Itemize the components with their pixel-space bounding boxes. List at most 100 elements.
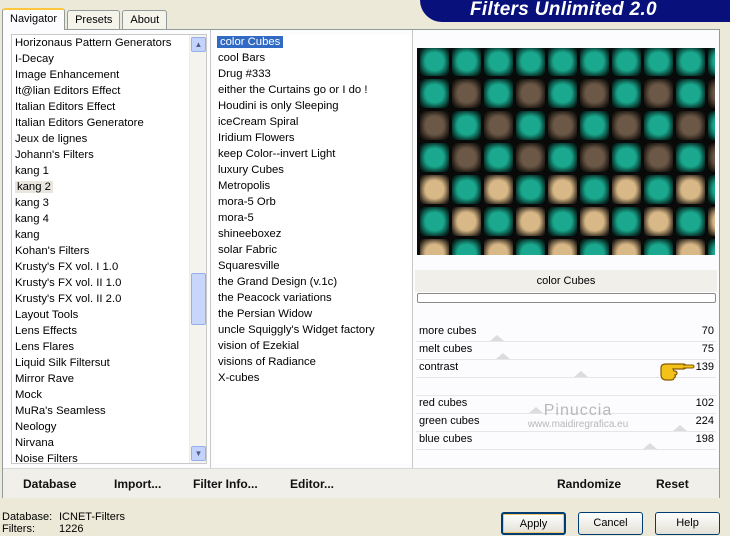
filter-item[interactable]: Houdini is only Sleeping (215, 98, 411, 114)
category-scrollbar[interactable]: ▲ ▼ (189, 35, 206, 463)
preview-cube (580, 79, 609, 108)
database-link[interactable]: Database (23, 477, 76, 491)
preview-cube (676, 79, 705, 108)
category-item[interactable]: kang 1 (12, 163, 206, 179)
category-item[interactable]: Italian Editors Effect (12, 99, 206, 115)
category-item[interactable]: Image Enhancement (12, 67, 206, 83)
filter-item[interactable]: X-cubes (215, 370, 411, 386)
tab-about[interactable]: About (122, 10, 168, 30)
preview-image[interactable] (417, 48, 715, 255)
filter-item-label: color Cubes (217, 36, 284, 48)
cancel-button[interactable]: Cancel (578, 512, 643, 535)
preview-cube (644, 79, 673, 108)
category-item[interactable]: I-Decay (12, 51, 206, 67)
preview-cube (484, 48, 513, 76)
filter-item[interactable]: luxury Cubes (215, 162, 411, 178)
category-item[interactable]: Lens Flares (12, 339, 206, 355)
category-item[interactable]: kang 4 (12, 211, 206, 227)
preview-cube (580, 207, 609, 236)
slider-thumb[interactable] (496, 353, 510, 359)
category-item[interactable]: Mirror Rave (12, 371, 206, 387)
filter-item[interactable]: the Grand Design (v.1c) (215, 274, 411, 290)
filter-item[interactable]: the Peacock variations (215, 290, 411, 306)
filter-info-link[interactable]: Filter Info... (193, 477, 258, 491)
filter-item[interactable]: solar Fabric (215, 242, 411, 258)
scroll-thumb[interactable] (191, 273, 206, 325)
app-title-banner: Filters Unlimited 2.0 (420, 0, 730, 22)
param-slider[interactable]: more cubes 70 (416, 324, 716, 342)
filter-item[interactable]: iceCream Spiral (215, 114, 411, 130)
filter-item[interactable]: vision of Ezekial (215, 338, 411, 354)
slider-thumb[interactable] (643, 443, 657, 449)
filter-item[interactable]: cool Bars (215, 50, 411, 66)
preview-cube (420, 143, 449, 172)
filter-item[interactable]: Metropolis (215, 178, 411, 194)
filter-item[interactable]: mora-5 Orb (215, 194, 411, 210)
randomize-link[interactable]: Randomize (557, 477, 621, 491)
category-item[interactable]: Neology (12, 419, 206, 435)
import-link[interactable]: Import... (114, 477, 161, 491)
scroll-up-button[interactable]: ▲ (191, 37, 206, 52)
category-item[interactable]: Horizonaus Pattern Generators (12, 35, 206, 51)
category-item[interactable]: Nirvana (12, 435, 206, 451)
category-item[interactable]: Krusty's FX vol. I 1.0 (12, 259, 206, 275)
filter-item[interactable]: the Persian Widow (215, 306, 411, 322)
preview-cube (612, 111, 641, 140)
category-item[interactable]: Krusty's FX vol. II 2.0 (12, 291, 206, 307)
filter-item[interactable]: Drug #333 (215, 66, 411, 82)
apply-button[interactable]: Apply (501, 512, 566, 535)
preview-cube (420, 175, 449, 204)
editor-link[interactable]: Editor... (290, 477, 334, 491)
category-list[interactable]: Horizonaus Pattern Generators I-Decay Imag… (11, 34, 207, 464)
category-item[interactable]: kang 3 (12, 195, 206, 211)
category-item[interactable]: Mock (12, 387, 206, 403)
preview-cube (580, 175, 609, 204)
preview-cube (548, 143, 577, 172)
filter-item[interactable]: visions of Radiance (215, 354, 411, 370)
slider-thumb[interactable] (490, 335, 504, 341)
category-item[interactable]: Layout Tools (12, 307, 206, 323)
filter-item[interactable]: Iridium Flowers (215, 130, 411, 146)
preview-cube (516, 239, 545, 255)
category-item[interactable]: MuRa's Seamless (12, 403, 206, 419)
preview-cube (452, 48, 481, 76)
category-item[interactable]: Johann's Filters (12, 147, 206, 163)
category-item[interactable]: Jeux de lignes (12, 131, 206, 147)
category-item[interactable]: It@lian Editors Effect (12, 83, 206, 99)
preview-cube (612, 143, 641, 172)
param-slider[interactable]: blue cubes 198 (416, 432, 716, 450)
preview-cube (612, 48, 641, 76)
slider-thumb[interactable] (574, 371, 588, 377)
filter-item[interactable]: mora-5 (215, 210, 411, 226)
preview-cube (516, 48, 545, 76)
filter-item[interactable]: shineeboxez (215, 226, 411, 242)
filter-item[interactable]: color Cubes (215, 34, 411, 50)
category-item[interactable]: Lens Effects (12, 323, 206, 339)
filter-item[interactable]: uncle Squiggly's Widget factory (215, 322, 411, 338)
preview-cube (420, 48, 449, 76)
preview-cube (644, 239, 673, 255)
category-item[interactable]: Kohan's Filters (12, 243, 206, 259)
param-value: 198 (695, 433, 714, 445)
help-button[interactable]: Help (655, 512, 720, 535)
param-slider[interactable]: melt cubes 75 (416, 342, 716, 360)
filter-list[interactable]: color Cubes cool Bars Drug #333 either the … (215, 34, 411, 464)
category-item[interactable]: kang (12, 227, 206, 243)
slider-thumb[interactable] (673, 425, 687, 431)
tab-presets[interactable]: Presets (67, 10, 121, 30)
param-label: more cubes (419, 325, 477, 337)
filter-item[interactable]: Squaresville (215, 258, 411, 274)
category-item[interactable]: Liquid Silk Filtersut (12, 355, 206, 371)
reset-link[interactable]: Reset (656, 477, 689, 491)
preview-cube (612, 175, 641, 204)
filter-item[interactable]: keep Color--invert Light (215, 146, 411, 162)
pointing-hand-icon (660, 363, 695, 381)
tab-navigator[interactable]: Navigator (2, 8, 66, 30)
category-item[interactable]: kang 2 (12, 179, 206, 195)
category-item[interactable]: Krusty's FX vol. II 1.0 (12, 275, 206, 291)
scroll-down-button[interactable]: ▼ (191, 446, 206, 461)
category-item[interactable]: Italian Editors Generatore (12, 115, 206, 131)
category-item[interactable]: Noise Filters (12, 451, 206, 463)
filter-item[interactable]: either the Curtains go or I do ! (215, 82, 411, 98)
preview-cube (548, 48, 577, 76)
